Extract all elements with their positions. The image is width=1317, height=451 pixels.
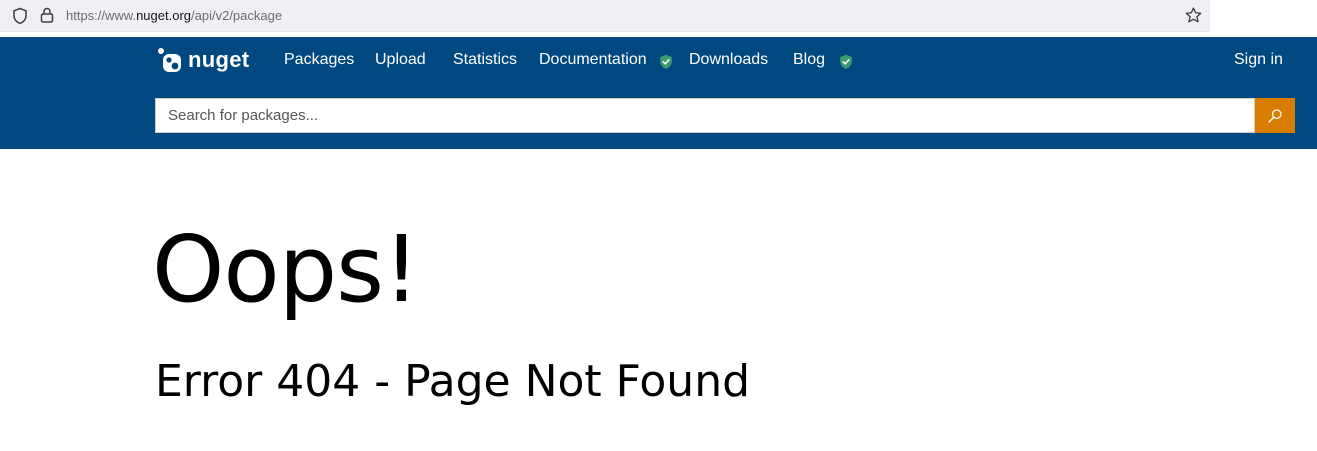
nav-documentation[interactable]: Documentation — [539, 51, 647, 69]
nav-blog[interactable]: Blog — [793, 51, 825, 69]
sign-in-link[interactable]: Sign in — [1234, 51, 1283, 69]
address-url[interactable]: https://www.nuget.org/api/v2/package — [66, 8, 282, 23]
nav-statistics[interactable]: Statistics — [453, 51, 517, 69]
bookmark-star-icon[interactable] — [1184, 6, 1203, 25]
nav-downloads[interactable]: Downloads — [689, 51, 768, 69]
page-heading: Oops! — [152, 216, 420, 323]
logo-text: nuget — [188, 47, 250, 72]
browser-address-bar[interactable]: https://www.nuget.org/api/v2/package — [0, 0, 1210, 32]
nuget-logo-icon — [158, 48, 181, 72]
nav-upload[interactable]: Upload — [375, 51, 426, 69]
search-button[interactable] — [1255, 98, 1295, 133]
search-input[interactable] — [155, 98, 1255, 133]
verified-shield-icon — [840, 54, 852, 69]
nav-packages[interactable]: Packages — [284, 51, 354, 69]
verified-shield-icon — [660, 54, 672, 69]
nuget-logo[interactable]: nuget — [157, 47, 249, 73]
url-host: nuget.org — [136, 8, 192, 23]
tracking-protection-shield-icon[interactable] — [11, 7, 29, 25]
search-icon — [1268, 108, 1282, 123]
site-header: nuget Packages Upload Statistics Documen… — [0, 37, 1317, 149]
url-prefix: https://www. — [66, 8, 137, 23]
lock-icon[interactable] — [38, 6, 56, 24]
search-bar — [155, 98, 1295, 133]
error-message: Error 404 - Page Not Found — [155, 356, 751, 407]
url-path: /api/v2/package — [191, 8, 283, 23]
